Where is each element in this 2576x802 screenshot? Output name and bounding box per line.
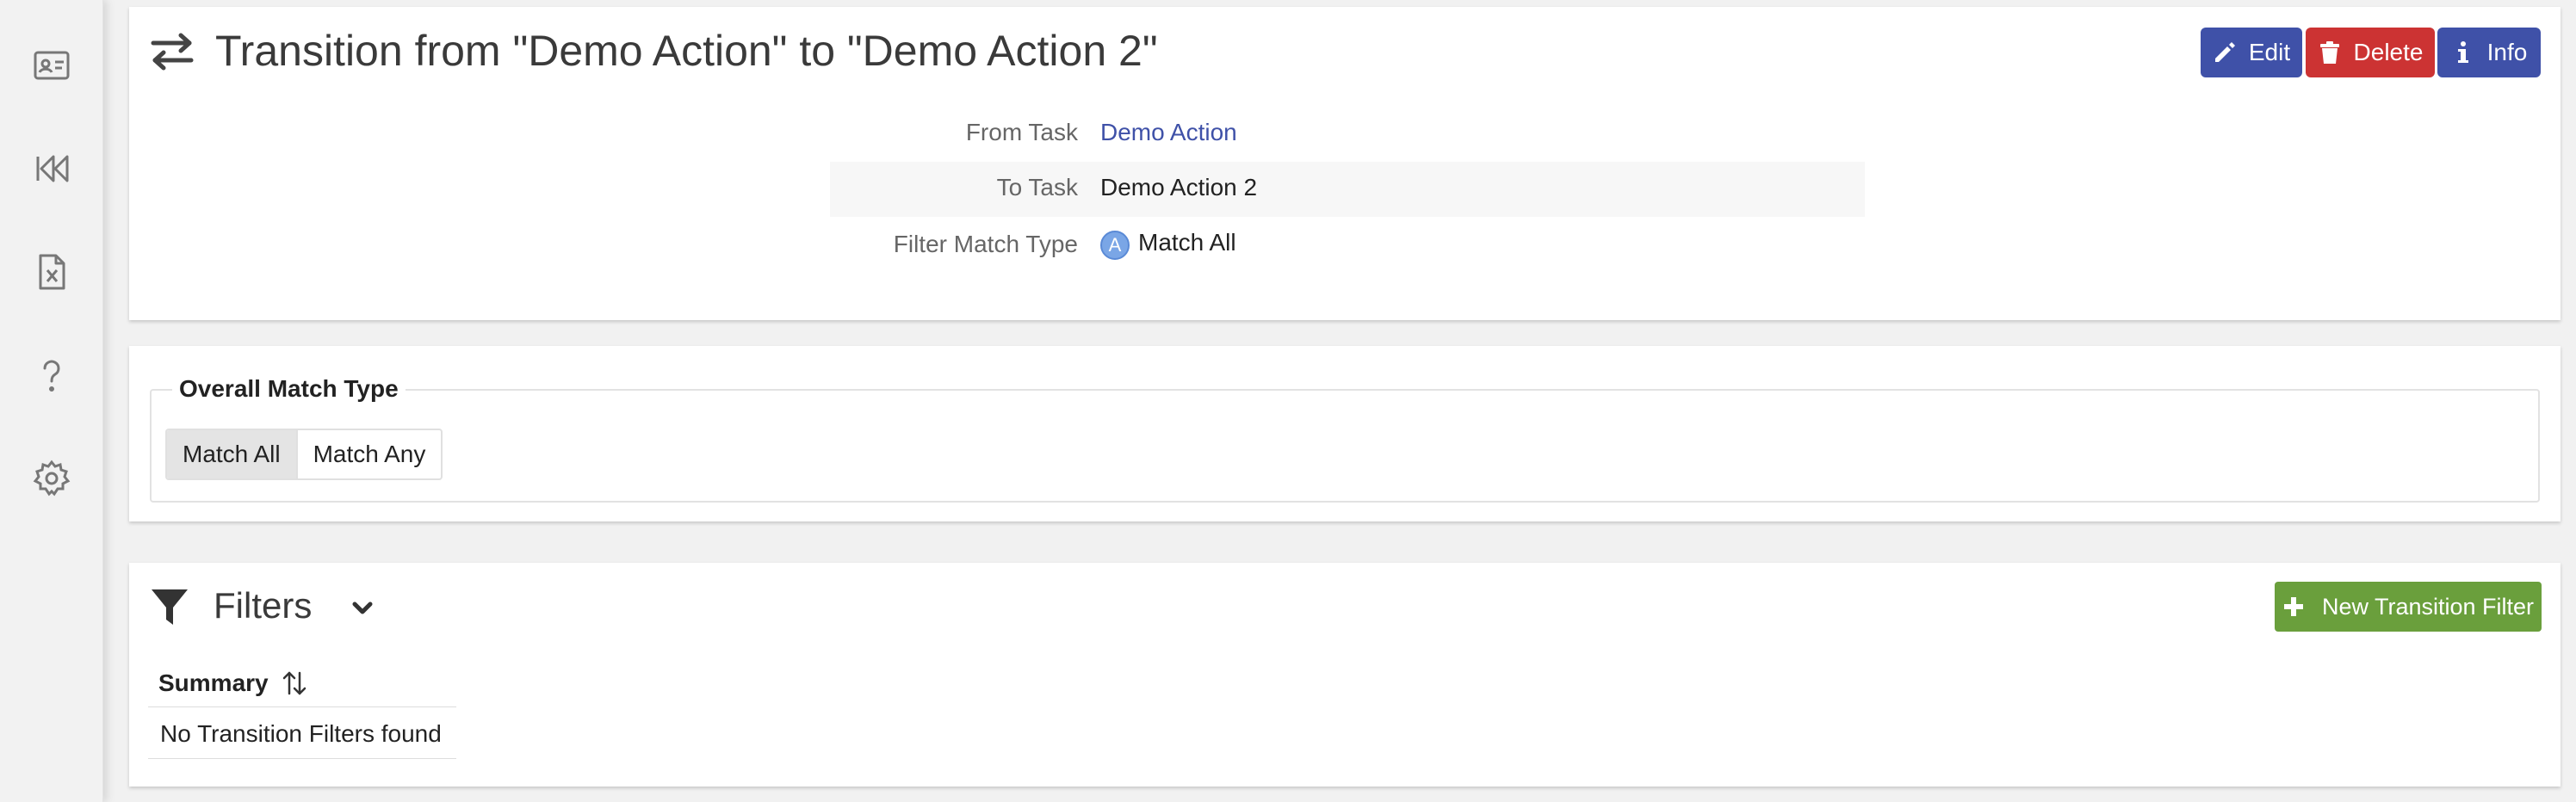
page-title: Transition from "Demo Action" to "Demo A…: [215, 27, 1158, 75]
overall-match-fieldset: Overall Match Type Match All Match Any: [150, 375, 2540, 503]
summary-column-header[interactable]: Summary: [148, 659, 456, 707]
delete-button[interactable]: Delete: [2306, 28, 2435, 77]
sidebar: [0, 0, 103, 802]
edit-button[interactable]: Edit: [2201, 28, 2302, 77]
info-button[interactable]: Info: [2437, 28, 2541, 77]
trash-icon: [2319, 41, 2339, 64]
info-icon: [2457, 41, 2468, 63]
gear-icon[interactable]: [28, 454, 76, 503]
detail-row-filter-match-type: Filter Match Type A Match All: [830, 219, 1865, 274]
transfer-arrows-icon: [151, 33, 194, 71]
to-task-label: To Task: [996, 174, 1078, 200]
new-transition-filter-button[interactable]: New Transition Filter: [2275, 582, 2542, 632]
from-task-link[interactable]: Demo Action: [1100, 119, 1237, 146]
detail-row-to-task: To Task Demo Action 2: [830, 162, 1865, 217]
overall-match-card: Overall Match Type Match All Match Any: [129, 346, 2561, 521]
overall-match-legend: Overall Match Type: [172, 375, 406, 403]
filter-match-type-label: Filter Match Type: [893, 231, 1078, 257]
match-all-toggle[interactable]: Match All: [167, 430, 296, 478]
main-content: Transition from "Demo Action" to "Demo A…: [103, 0, 2576, 802]
filters-title: Filters: [214, 585, 313, 626]
sort-icon: [282, 671, 306, 694]
detail-row-from-task: From Task Demo Action: [830, 107, 1865, 162]
delete-button-label: Delete: [2353, 39, 2424, 65]
match-type-toggle-group: Match All Match Any: [165, 429, 443, 480]
transition-details-card: Transition from "Demo Action" to "Demo A…: [129, 7, 2561, 320]
edit-button-label: Edit: [2248, 39, 2291, 65]
match-all-badge: A: [1100, 231, 1130, 260]
filters-card: Filters New Transition Filter Summary No…: [129, 563, 2561, 787]
summary-column-label: Summary: [158, 669, 269, 696]
pencil-icon: [2214, 42, 2235, 62]
rewind-icon[interactable]: [28, 145, 76, 193]
filter-icon: [152, 589, 188, 625]
plus-icon: [2283, 597, 2303, 616]
chevron-down-icon[interactable]: [350, 595, 375, 621]
help-icon[interactable]: [28, 351, 76, 399]
match-any-toggle[interactable]: Match Any: [295, 430, 442, 478]
new-transition-filter-label: New Transition Filter: [2321, 593, 2535, 620]
contact-card-icon[interactable]: [28, 41, 76, 89]
to-task-value: Demo Action 2: [1100, 174, 1258, 200]
empty-state-row: No Transition Filters found: [148, 709, 456, 759]
from-task-label: From Task: [965, 119, 1078, 145]
spreadsheet-file-icon[interactable]: [28, 248, 76, 296]
info-button-label: Info: [2486, 39, 2528, 65]
filter-match-type-value: Match All: [1138, 229, 1236, 256]
